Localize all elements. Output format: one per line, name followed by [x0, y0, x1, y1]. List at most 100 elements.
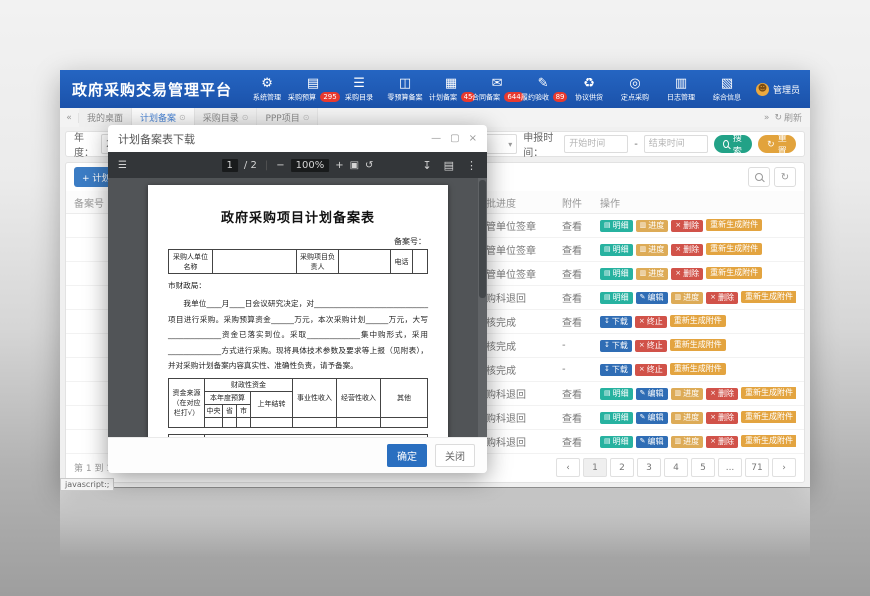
regen-button[interactable]: 重新生成附件 [670, 315, 726, 327]
fit-page-icon[interactable]: ▣ [350, 160, 359, 171]
cell-attachment-link[interactable]: 查看 [562, 314, 600, 329]
edit-button[interactable]: ✎编辑 [636, 292, 668, 304]
delete-button[interactable]: ×删除 [671, 244, 703, 256]
download-icon[interactable]: ↧ [422, 159, 431, 172]
page-prev-button[interactable]: ‹ [556, 458, 580, 477]
edit-button[interactable]: ✎编辑 [636, 388, 668, 400]
progress-button[interactable]: ▥进度 [636, 268, 669, 280]
stop-button[interactable]: ×终止 [635, 340, 667, 352]
cell-attachment-link[interactable]: 查看 [562, 410, 600, 425]
nav-item-10[interactable]: ▥日志管理 [658, 76, 704, 103]
page-button-1[interactable]: 1 [583, 458, 607, 477]
tab-close-icon[interactable]: ⊙ [179, 113, 186, 122]
tab-close-icon[interactable]: ⊙ [303, 113, 310, 122]
page-button-4[interactable]: 4 [664, 458, 688, 477]
table-refresh-button[interactable]: ↻ [774, 167, 796, 187]
reset-button[interactable]: ↻ 重置 [758, 135, 796, 153]
user-menu[interactable]: ☻ 管理员 [756, 83, 800, 96]
nav-item-3[interactable]: ☰采购目录 [336, 76, 382, 103]
modal-close-button[interactable]: 关闭 [435, 444, 475, 467]
cell-attachment-link[interactable]: 查看 [562, 434, 600, 449]
tab-refresh-button[interactable]: ↻ 刷新 [774, 111, 802, 124]
stop-button[interactable]: ×终止 [635, 316, 667, 328]
nav-item-1[interactable]: ⚙系统管理 [244, 76, 290, 103]
page-button-71[interactable]: 71 [745, 458, 769, 477]
delete-icon: × [675, 270, 681, 277]
table-search-button[interactable] [748, 167, 770, 187]
delete-button[interactable]: ×删除 [671, 220, 703, 232]
zoom-out-icon[interactable]: − [276, 160, 284, 171]
rotate-icon[interactable]: ↺ [365, 160, 373, 171]
page-button-5[interactable]: 5 [691, 458, 715, 477]
edit-button[interactable]: ✎编辑 [636, 436, 668, 448]
nav-item-11[interactable]: ▧综合信息 [704, 76, 750, 103]
confirm-button[interactable]: 确定 [387, 444, 427, 467]
progress-button[interactable]: ▥进度 [671, 436, 704, 448]
regen-button[interactable]: 重新生成附件 [741, 387, 796, 399]
tab-close-icon[interactable]: ⊙ [242, 113, 249, 122]
download-button[interactable]: ↧下载 [600, 316, 632, 328]
delete-button[interactable]: ×删除 [671, 268, 703, 280]
download-button[interactable]: ↧下载 [600, 340, 632, 352]
regen-button[interactable]: 重新生成附件 [670, 339, 726, 351]
detail-button[interactable]: ▤明细 [600, 292, 633, 304]
pdf-scrollbar[interactable] [478, 178, 487, 437]
nav-item-8[interactable]: ♻协议供货 [566, 76, 612, 103]
delete-button[interactable]: ×删除 [706, 292, 738, 304]
detail-button[interactable]: ▤明细 [600, 436, 633, 448]
progress-button[interactable]: ▥进度 [671, 412, 704, 424]
tabs-expand-icon[interactable]: » [764, 113, 770, 123]
cell-attachment-link[interactable]: 查看 [562, 218, 600, 233]
detail-button[interactable]: ▤明细 [600, 220, 633, 232]
cell-attachment-link[interactable]: 查看 [562, 290, 600, 305]
regen-button[interactable]: 重新生成附件 [741, 411, 796, 423]
progress-button[interactable]: ▥进度 [671, 388, 704, 400]
download-button[interactable]: ↧下载 [600, 364, 632, 376]
date-end-input[interactable] [644, 135, 708, 153]
stop-button[interactable]: ×终止 [635, 364, 667, 376]
pdf-menu-icon[interactable]: ☰ [118, 160, 127, 171]
date-start-input[interactable] [564, 135, 628, 153]
nav-item-5[interactable]: ▦计划备案45 [428, 76, 474, 103]
nav-item-4[interactable]: ◫零预算备案 [382, 76, 428, 103]
detail-button[interactable]: ▤明细 [600, 388, 633, 400]
delete-button[interactable]: ×删除 [706, 388, 738, 400]
pdf-scrollbar-thumb[interactable] [479, 180, 486, 298]
print-icon[interactable]: ▤ [444, 159, 454, 172]
regen-button[interactable]: 重新生成附件 [741, 435, 796, 447]
cell-attachment-link[interactable]: 查看 [562, 242, 600, 257]
search-button[interactable]: 搜索 [714, 135, 752, 153]
nav-item-2[interactable]: ▤采购预算295 [290, 76, 336, 103]
progress-button[interactable]: ▥进度 [636, 220, 669, 232]
close-icon[interactable]: × [469, 133, 477, 144]
regen-button[interactable]: 重新生成附件 [670, 363, 726, 375]
nav-item-label: 日志管理 [667, 92, 695, 102]
more-icon[interactable]: ⋮ [466, 159, 477, 172]
regen-button[interactable]: 重新生成附件 [706, 219, 762, 231]
cell-attachment-link[interactable]: 查看 [562, 386, 600, 401]
regen-button[interactable]: 重新生成附件 [706, 243, 762, 255]
progress-button[interactable]: ▥进度 [671, 292, 704, 304]
detail-button[interactable]: ▤明细 [600, 412, 633, 424]
regen-button[interactable]: 重新生成附件 [706, 267, 762, 279]
pdf-page-input[interactable]: 1 [222, 159, 238, 172]
minimize-icon[interactable]: — [431, 133, 441, 144]
page-next-button[interactable]: › [772, 458, 796, 477]
zoom-in-icon[interactable]: + [335, 160, 343, 171]
delete-button[interactable]: ×删除 [706, 436, 738, 448]
tabs-collapse-icon[interactable]: « [60, 113, 79, 123]
nav-item-label-row: 采购目录 [343, 92, 375, 103]
edit-button[interactable]: ✎编辑 [636, 412, 668, 424]
regen-button[interactable]: 重新生成附件 [741, 291, 796, 303]
nav-item-6[interactable]: ✉合同备案644 [474, 76, 520, 103]
detail-button[interactable]: ▤明细 [600, 268, 633, 280]
page-button-2[interactable]: 2 [610, 458, 634, 477]
progress-button[interactable]: ▥进度 [636, 244, 669, 256]
cell-attachment-link[interactable]: 查看 [562, 266, 600, 281]
maximize-icon[interactable]: ▢ [450, 133, 459, 144]
page-button-3[interactable]: 3 [637, 458, 661, 477]
detail-button[interactable]: ▤明细 [600, 244, 633, 256]
nav-item-9[interactable]: ◎定点采购 [612, 76, 658, 103]
nav-item-7[interactable]: ✎履约验收89 [520, 76, 566, 103]
delete-button[interactable]: ×删除 [706, 412, 738, 424]
